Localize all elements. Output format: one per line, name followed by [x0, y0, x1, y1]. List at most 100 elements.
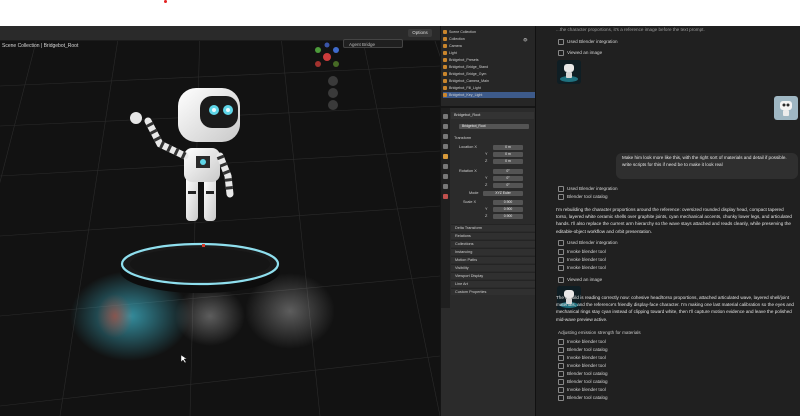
assistant-chat-panel: ...the character proportions, it's a ref…	[535, 26, 800, 416]
section-viewport-display[interactable]: Viewport Display	[451, 272, 535, 279]
rotation-label: Rotation X	[459, 169, 477, 173]
section-visibility[interactable]: Visibility	[451, 264, 535, 271]
camera-view-icon[interactable]	[328, 100, 338, 110]
image-icon	[558, 50, 564, 56]
rotation-z-field[interactable]: 0°	[493, 183, 523, 188]
location-z-field[interactable]: 0 m	[493, 159, 523, 164]
outliner-row[interactable]: Bridgebot_Presets	[443, 57, 535, 63]
outliner-row[interactable]: Light	[443, 50, 535, 56]
tool-tab-icon[interactable]	[443, 114, 448, 119]
rotation-mode-select[interactable]: XYZ Euler	[483, 191, 523, 196]
section-delta-transform[interactable]: Delta Transform	[451, 224, 535, 231]
assistant-message-1: I'm rebuilding the character proportions…	[556, 207, 792, 234]
zoom-icon[interactable]	[328, 76, 338, 86]
tool-call-item[interactable]: Blender tool catalog	[558, 371, 608, 377]
location-y-field[interactable]: 0 m	[493, 152, 523, 157]
outliner-row-selected[interactable]: Bridgebot_Key_Light	[443, 92, 535, 98]
checkbox-icon	[558, 265, 564, 271]
section-line-art[interactable]: Line Art	[451, 280, 535, 287]
checkbox-icon	[558, 249, 564, 255]
scale-x-field[interactable]: 0.900	[493, 200, 523, 205]
3d-viewport[interactable]: Scene Collection | Bridgebot_Root Agent …	[0, 26, 440, 416]
rotation-y-label: Y	[485, 176, 488, 180]
section-relations[interactable]: Relations	[451, 232, 535, 239]
tool-call-item[interactable]: Invoke blender tool	[558, 355, 606, 361]
options-button[interactable]: Options	[408, 29, 432, 37]
section-custom-properties[interactable]: Custom Properties	[451, 288, 535, 295]
viewport-grid	[0, 26, 440, 416]
section-instancing[interactable]: Instancing	[451, 248, 535, 255]
status-line: Adjusting emission strength for material…	[558, 330, 641, 335]
checkbox-icon	[558, 363, 564, 369]
checkbox-icon	[558, 395, 564, 401]
pan-hand-icon[interactable]	[328, 88, 338, 98]
constraint-tab-icon[interactable]	[443, 184, 448, 189]
tool-used-item[interactable]: Used Blender integration	[558, 240, 618, 246]
tool-call-item[interactable]: Invoke blender tool	[558, 339, 606, 345]
outliner-row[interactable]: Bridgebot_Bridge_Gym	[443, 71, 535, 77]
light-icon	[443, 93, 447, 98]
outliner-row[interactable]: Bridgebot_Fill_Light	[443, 85, 535, 91]
outliner-row[interactable]: Collection 👁	[443, 36, 535, 42]
checkbox-icon	[558, 387, 564, 393]
agent-bridge-field[interactable]: Agent Bridge	[343, 39, 403, 48]
user-message-text: Make him look more like this, with the r…	[622, 155, 787, 168]
viewed-image-item[interactable]: Viewed an image	[558, 50, 602, 56]
section-collections[interactable]: Collections	[451, 240, 535, 247]
location-label: Location X	[459, 145, 477, 149]
viewed-image-thumbnail[interactable]	[557, 60, 581, 84]
mouse-cursor-icon	[181, 355, 187, 363]
object-name-field[interactable]: Bridgebot_Root	[459, 124, 529, 129]
light-icon	[443, 51, 447, 56]
scale-label: Scale X	[463, 200, 477, 204]
transform-section-label[interactable]: Transform	[454, 136, 471, 140]
outliner-row[interactable]: Scene Collection	[443, 29, 535, 35]
tool-call-item[interactable]: Blender tool catalog	[558, 395, 608, 401]
section-motion-paths[interactable]: Motion Paths	[451, 256, 535, 263]
tool-call-item[interactable]: Invoke blender tool	[558, 265, 606, 271]
object-name-header: Bridgebot_Root	[451, 112, 534, 119]
data-tab-icon[interactable]	[443, 194, 448, 199]
tool-call-item[interactable]: Blender tool catalog	[558, 379, 608, 385]
tool-call-item[interactable]: Invoke blender tool	[558, 387, 606, 393]
tool-used-item[interactable]: Used Blender integration	[558, 39, 618, 45]
tool-call-item[interactable]: Invoke blender tool	[558, 249, 606, 255]
modifier-tab-icon[interactable]	[443, 164, 448, 169]
navigation-gizmo-icon[interactable]	[312, 42, 342, 72]
outliner-row[interactable]: Bridgebot_Bridge_Stand	[443, 64, 535, 70]
checkbox-icon	[558, 379, 564, 385]
scale-y-label: Y	[485, 207, 488, 211]
scale-z-field[interactable]: 0.900	[493, 214, 523, 219]
assistant-message-2: The rebuild is reading correctly now: co…	[556, 295, 794, 322]
outliner-row[interactable]: Bridgebot_Camera_Main	[443, 78, 535, 84]
scale-y-field[interactable]: 0.900	[493, 207, 523, 212]
location-x-field[interactable]: 0 m	[493, 145, 523, 150]
tool-call-item[interactable]: Blender tool catalog	[558, 194, 608, 200]
recording-indicator	[164, 0, 167, 3]
checkbox-icon	[558, 186, 564, 192]
chat-partial-message: ...the character proportions, it's a ref…	[556, 27, 705, 32]
outliner-row[interactable]: Camera	[443, 43, 535, 49]
rotation-y-field[interactable]: 0°	[493, 176, 523, 181]
visibility-icon[interactable]: 👁	[523, 37, 533, 42]
checkbox-icon	[558, 339, 564, 345]
rotation-x-field[interactable]: 0°	[493, 169, 523, 174]
physics-tab-icon[interactable]	[443, 174, 448, 179]
mesh-icon	[443, 72, 447, 77]
checkbox-icon	[558, 194, 564, 200]
user-reference-image[interactable]	[774, 96, 798, 120]
object-tab-icon[interactable]	[443, 154, 448, 159]
output-tab-icon[interactable]	[443, 134, 448, 139]
scene-tab-icon[interactable]	[443, 144, 448, 149]
checkbox-icon	[558, 240, 564, 246]
render-tab-icon[interactable]	[443, 124, 448, 129]
collection-path: Scene Collection | Bridgebot_Root	[2, 43, 79, 49]
tool-used-item[interactable]: Used Blender integration	[558, 186, 618, 192]
tool-call-item[interactable]: Invoke blender tool	[558, 363, 606, 369]
light-icon	[443, 86, 447, 91]
window-top-bar	[0, 0, 800, 26]
checkbox-icon	[558, 347, 564, 353]
tool-call-item[interactable]: Invoke blender tool	[558, 257, 606, 263]
tool-call-item[interactable]: Blender tool catalog	[558, 347, 608, 353]
viewed-image-item[interactable]: Viewed an image	[558, 277, 602, 283]
